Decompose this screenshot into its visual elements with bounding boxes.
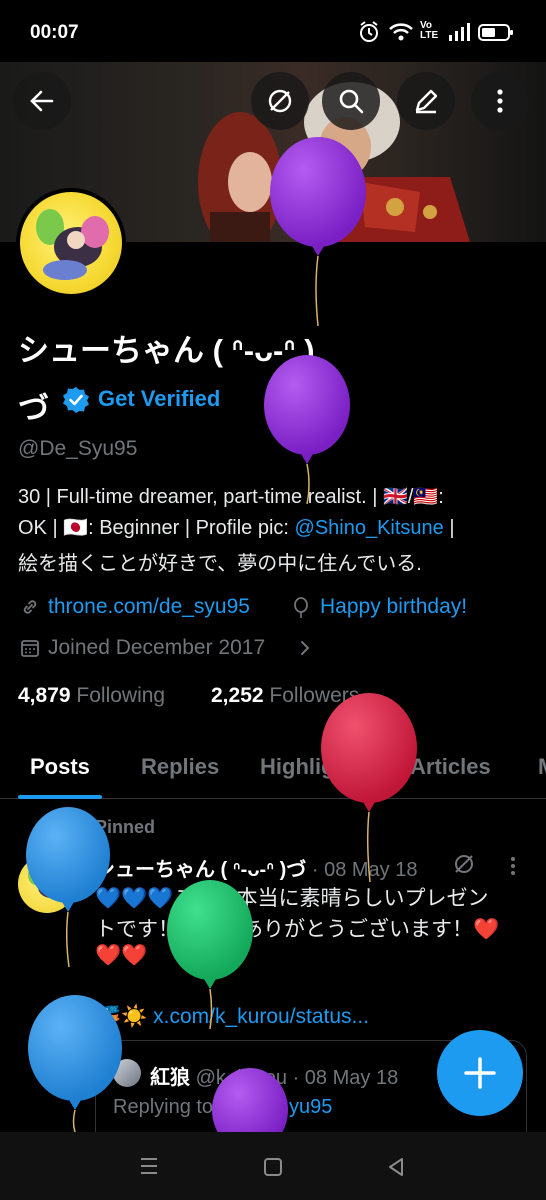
quoted-header: 紅狼 @k_kurou · 08 May 18 (150, 1061, 398, 1090)
quoted-date: · 08 May 18 (292, 1067, 399, 1089)
bio-line-2: OK | 🇯🇵: Beginner | Profile pic: @Shino_… (18, 515, 455, 540)
display-name: シューちゃん ( ᐢ-ᴗ-ᐢ ) (18, 333, 315, 368)
display-name-continued: づ (18, 391, 49, 426)
profile-handle: @De_Syu95 (18, 437, 138, 460)
post-text-line-1: 💙💙💙これは本当に素晴らしいプレゼン (95, 887, 489, 910)
tab-articles[interactable]: Articles (410, 754, 491, 780)
avatar[interactable] (16, 188, 126, 298)
post-author[interactable]: シューちゃん ( ᐢ-ᴗ-ᐢ )づ (95, 859, 306, 881)
recents-icon[interactable] (138, 1155, 160, 1182)
balloon-icon (292, 597, 310, 624)
chevron-right-icon[interactable] (298, 639, 312, 662)
volte-icon: Vo LTE (420, 20, 439, 41)
battery-icon (478, 20, 514, 44)
avatar-image (20, 192, 122, 294)
quoted-author: 紅狼 (150, 1067, 190, 1089)
bio-mention-link[interactable]: @Shino_Kitsune (295, 517, 444, 539)
post-date: · 08 May 18 (311, 859, 418, 881)
post-text-line-2: トです！本当にありがとうございます！❤️ (95, 918, 500, 941)
active-tab-indicator (18, 795, 102, 799)
replying-to-label: Replying to (113, 1096, 214, 1118)
grok-icon[interactable] (452, 852, 476, 881)
calendar-icon (20, 638, 40, 663)
back-nav-icon[interactable] (385, 1156, 407, 1183)
hide-icon (268, 89, 292, 113)
post-link[interactable]: x.com/k_kurou/status... (153, 1005, 369, 1028)
hide-replies-button[interactable] (251, 72, 309, 130)
replying-to: Replying to @De_Syu95 (113, 1096, 332, 1119)
get-verified-link[interactable]: Get Verified (98, 386, 220, 412)
post-header: シューちゃん ( ᐢ-ᴗ-ᐢ )づ · 08 May 18 (95, 853, 417, 882)
joined-date: Joined December 2017 (48, 636, 266, 659)
followers-stat[interactable]: 2,252 Followers (211, 684, 359, 708)
following-label: Following (76, 684, 166, 707)
search-button[interactable] (322, 72, 380, 130)
search-icon (339, 89, 364, 114)
bio-text: | (443, 517, 455, 539)
quoted-avatar (113, 1059, 141, 1087)
quoted-handle: @k_kurou (195, 1067, 288, 1089)
post-link-emoji: 🎏☀️ (95, 1005, 148, 1028)
following-count: 4,879 (18, 684, 71, 707)
birthday-text: Happy birthday! (320, 595, 468, 618)
back-button[interactable] (13, 72, 71, 130)
tab-posts[interactable]: Posts (30, 754, 90, 780)
pin-icon (62, 817, 80, 842)
more-icon (497, 89, 503, 113)
edit-profile-button[interactable] (397, 72, 455, 130)
bio-line-3: 絵を描くことが好きで、夢の中に住んでいる. (18, 553, 422, 575)
replying-to-handle[interactable]: @De_Syu95 (219, 1096, 333, 1118)
verified-badge-icon[interactable] (62, 386, 90, 419)
more-options-button[interactable] (471, 72, 529, 130)
post-text-line-3: ❤️❤️ (95, 944, 148, 967)
compose-post-button[interactable] (437, 1030, 523, 1116)
post-more-icon[interactable] (505, 855, 521, 882)
tab-replies[interactable]: Replies (141, 754, 219, 780)
status-time: 00:07 (30, 22, 79, 43)
pinned-label: Pinned (95, 817, 156, 837)
edit-icon (415, 89, 438, 114)
signal-icon (447, 20, 471, 44)
post-avatar[interactable] (18, 855, 76, 913)
followers-count: 2,252 (211, 684, 264, 707)
tab-media[interactable]: M (538, 754, 546, 780)
website-link[interactable]: throne.com/de_syu95 (48, 595, 250, 619)
followers-label: Followers (269, 684, 360, 707)
plus-icon (464, 1057, 496, 1089)
post-link-line: 🎏☀️ x.com/k_kurou/status... (95, 1005, 369, 1029)
link-icon (20, 597, 40, 622)
bio-text: OK | 🇯🇵: Beginner | Profile pic: (18, 517, 295, 539)
tab-highlights[interactable]: Highlights (260, 754, 368, 780)
following-stat[interactable]: 4,879 Following (18, 684, 165, 708)
wifi-icon (388, 20, 414, 44)
balloon-purple-middle (264, 355, 350, 505)
alarm-icon (358, 20, 380, 44)
back-icon (30, 90, 54, 112)
home-icon[interactable] (262, 1156, 284, 1183)
bio-line-1: 30 | Full-time dreamer, part-time realis… (18, 486, 444, 508)
